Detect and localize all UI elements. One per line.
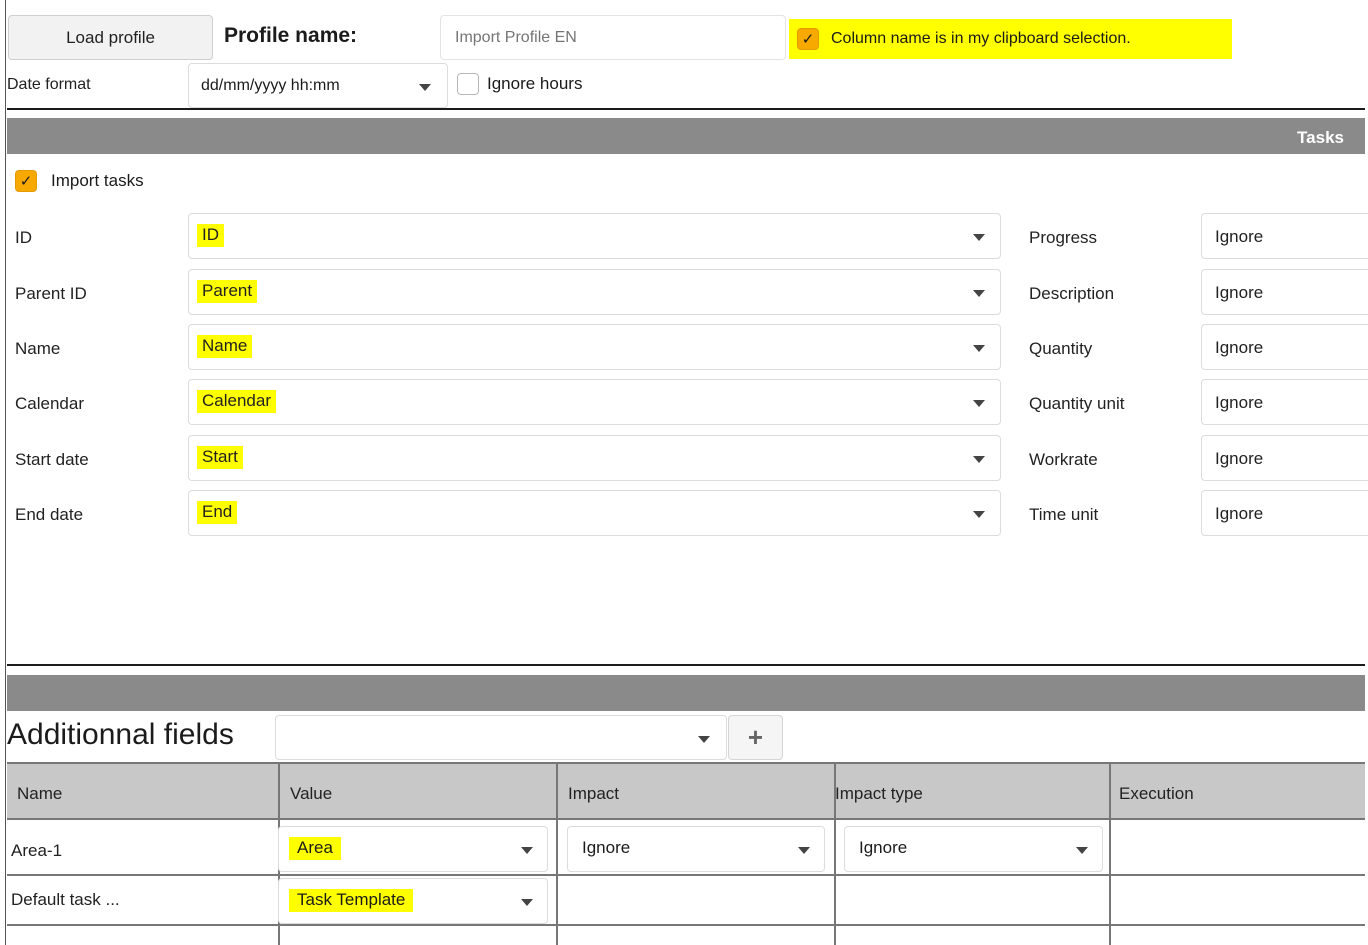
row-name-cell[interactable]: Area-1 (11, 841, 62, 861)
ignore-hours-label: Ignore hours (487, 74, 583, 93)
row-impact-text: Ignore (582, 838, 631, 857)
date-format-label: Date format (7, 76, 91, 93)
field-label-time-unit: Time unit (1029, 505, 1099, 524)
field-select-parent-id[interactable]: Parent (188, 269, 1001, 315)
chevron-down-icon (973, 511, 985, 518)
chevron-down-icon (798, 847, 810, 854)
profile-name-input[interactable] (440, 15, 786, 60)
profile-name-label: Profile name: (224, 24, 358, 47)
field-label-workrate: Workrate (1029, 450, 1098, 469)
field-select-value: Start (197, 446, 243, 469)
column-name-checkbox[interactable]: ✓ Column name is in my clipboard selecti… (789, 19, 1232, 59)
field-select-quantity[interactable]: Ignore (1201, 324, 1368, 370)
field-select-value: Name (197, 335, 253, 358)
additional-fields-title: Additionnal fields (7, 718, 234, 751)
tasks-section-title: Tasks (1297, 128, 1344, 147)
column-name-checkbox-label: Column name is in my clipboard selection… (831, 30, 1131, 47)
load-profile-button[interactable]: Load profile (8, 15, 213, 60)
field-select-name[interactable]: Name (188, 324, 1001, 370)
checkbox-empty-icon (457, 73, 479, 95)
column-header-impact[interactable]: Impact (568, 784, 619, 804)
row-impact-type-text: Ignore (859, 838, 908, 857)
additional-fields-grid: Name Value Impact Impact type Execution … (7, 762, 1365, 945)
field-select-value: Calendar (197, 390, 276, 413)
row-name-cell[interactable]: Default task ... (11, 890, 120, 910)
column-header-impact-type[interactable]: Impact type (835, 784, 923, 804)
row-value-text: Task Template (289, 889, 414, 912)
field-select-start-date[interactable]: Start (188, 435, 1001, 481)
field-select-value: Parent (197, 280, 258, 303)
row-value-select[interactable]: Area (278, 826, 548, 872)
checkmark-icon: ✓ (797, 28, 819, 50)
column-header-name[interactable]: Name (17, 784, 62, 804)
field-select-description[interactable]: Ignore (1201, 269, 1368, 315)
grid-column-divider (1109, 762, 1111, 945)
field-select-progress[interactable]: Ignore (1201, 213, 1368, 259)
chevron-down-icon (1076, 847, 1088, 854)
section-header-bar (7, 675, 1365, 711)
divider (7, 108, 1365, 110)
field-select-calendar[interactable]: Calendar (188, 379, 1001, 425)
grid-header: Name Value Impact Impact type Execution (7, 762, 1365, 820)
row-impact-type-select[interactable]: Ignore (844, 826, 1103, 872)
grid-column-divider (556, 762, 558, 945)
field-select-workrate[interactable]: Ignore (1201, 435, 1368, 481)
import-tasks-label: Import tasks (51, 171, 144, 190)
field-select-id[interactable]: ID (188, 213, 1001, 259)
field-select-value: ID (197, 224, 224, 247)
row-impact-select[interactable]: Ignore (567, 826, 825, 872)
chevron-down-icon (973, 345, 985, 352)
column-header-value[interactable]: Value (290, 784, 332, 804)
chevron-down-icon (973, 290, 985, 297)
field-label-calendar: Calendar (15, 394, 84, 413)
tasks-header-bar (7, 118, 1365, 154)
field-label-id: ID (15, 228, 32, 247)
chevron-down-icon (419, 84, 431, 91)
date-format-select[interactable]: dd/mm/yyyy hh:mm (188, 63, 448, 108)
additional-field-select[interactable] (275, 715, 727, 760)
import-tasks-checkbox[interactable]: ✓ Import tasks (15, 170, 144, 192)
chevron-down-icon (521, 847, 533, 854)
field-select-end-date[interactable]: End (188, 490, 1001, 536)
field-label-start-date: Start date (15, 450, 89, 469)
checkmark-icon: ✓ (15, 170, 37, 192)
chevron-down-icon (973, 400, 985, 407)
column-header-execution[interactable]: Execution (1119, 784, 1194, 804)
chevron-down-icon (698, 736, 710, 743)
field-label-end-date: End date (15, 505, 84, 524)
plus-icon: + (747, 722, 764, 752)
chevron-down-icon (973, 456, 985, 463)
field-label-quantity: Quantity (1029, 339, 1093, 358)
grid-row-divider (7, 924, 1365, 926)
field-select-quantity-unit[interactable]: Ignore (1201, 379, 1368, 425)
row-value-text: Area (289, 837, 341, 860)
field-label-name: Name (15, 339, 61, 358)
grid-column-divider (834, 762, 836, 945)
grid-row-divider (7, 874, 1365, 876)
field-label-parent-id: Parent ID (15, 284, 87, 303)
field-label-quantity-unit: Quantity unit (1029, 394, 1125, 413)
field-select-value: End (197, 501, 238, 524)
chevron-down-icon (521, 899, 533, 906)
divider (7, 664, 1365, 666)
field-select-time-unit[interactable]: Ignore (1201, 490, 1368, 536)
row-value-select[interactable]: Task Template (278, 878, 548, 924)
field-label-progress: Progress (1029, 228, 1098, 247)
add-field-button[interactable]: + (728, 715, 783, 760)
date-format-value: dd/mm/yyyy hh:mm (201, 76, 340, 94)
chevron-down-icon (973, 234, 985, 241)
field-label-description: Description (1029, 284, 1115, 303)
ignore-hours-checkbox[interactable]: Ignore hours (457, 73, 582, 95)
